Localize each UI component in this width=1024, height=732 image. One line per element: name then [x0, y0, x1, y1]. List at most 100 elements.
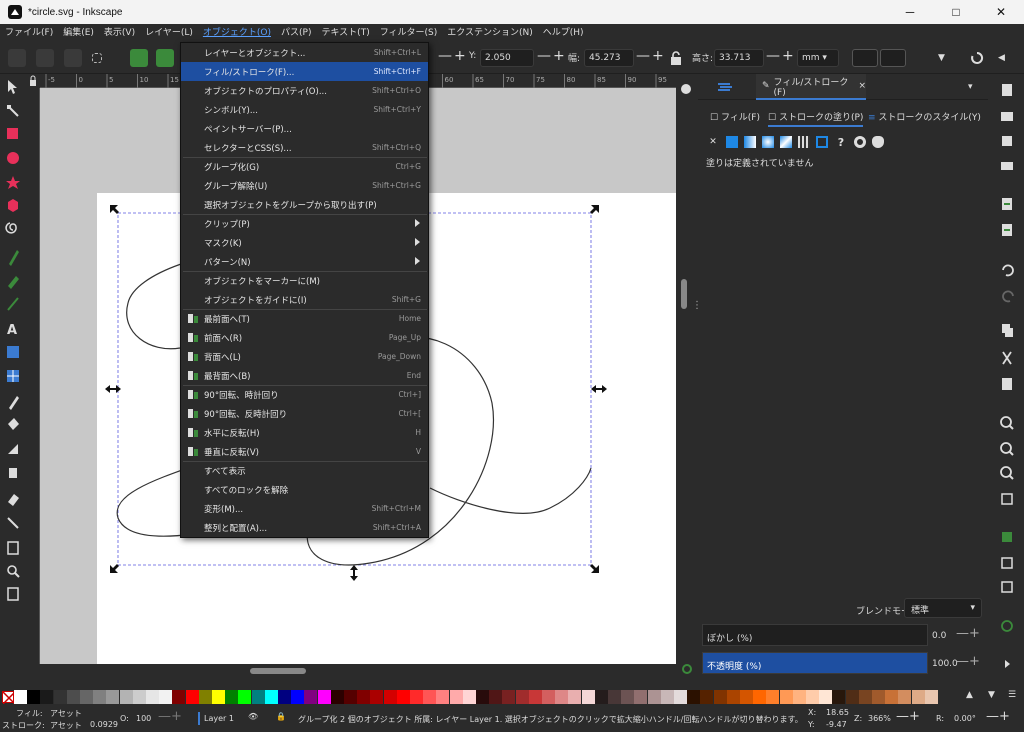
color-swatch[interactable]	[634, 690, 648, 704]
evenodd-fill-icon[interactable]	[872, 136, 884, 148]
menu-file[interactable]: ファイル(F)	[0, 24, 58, 42]
snap-icon[interactable]	[970, 48, 984, 68]
vertical-scrollbar-thumb[interactable]	[681, 279, 687, 309]
color-swatch[interactable]	[872, 690, 885, 704]
color-swatch[interactable]	[396, 690, 410, 704]
color-swatch[interactable]	[225, 690, 239, 704]
menu-view[interactable]: 表示(V)	[99, 24, 140, 42]
color-swatch[interactable]	[212, 690, 225, 704]
ruler-corner-lock-icon[interactable]	[26, 74, 40, 88]
rotate-ccw-icon[interactable]	[130, 48, 148, 68]
stroke-width-value[interactable]: 0.0929	[90, 720, 118, 729]
close-tab-icon[interactable]: ×	[858, 81, 866, 91]
color-swatch[interactable]	[146, 690, 159, 704]
fill-indicator[interactable]: アセット	[50, 708, 82, 719]
y-stepper[interactable]: —+	[537, 48, 567, 64]
color-swatch[interactable]	[14, 690, 27, 704]
scale-corners-icon[interactable]	[880, 48, 906, 68]
zoom-field[interactable]: 366%	[868, 714, 891, 723]
menu-item[interactable]: セレクターとCSS(S)... Shift+Ctrl+Q	[181, 138, 428, 157]
color-swatch[interactable]	[423, 690, 437, 704]
color-swatch[interactable]	[106, 690, 120, 704]
tab-stroke-paint[interactable]: ☐ ストロークの塗り(P)	[768, 110, 864, 127]
color-swatch[interactable]	[528, 690, 542, 704]
pattern-icon[interactable]	[798, 136, 810, 148]
no-paint-icon[interactable]: ✕	[706, 137, 720, 147]
panel-menu-chevron-icon[interactable]: ▾	[968, 82, 973, 92]
scale-stroke-icon[interactable]	[852, 48, 878, 68]
color-swatch[interactable]	[119, 690, 133, 704]
tab-fill-stroke[interactable]: ✎ フィル/ストローク(F) ×	[756, 74, 866, 100]
menu-item[interactable]: オブジェクトをマーカーに(M)	[181, 271, 428, 290]
color-swatch[interactable]	[845, 690, 859, 704]
color-swatch[interactable]	[726, 690, 740, 704]
blend-mode-select[interactable]: 標準 ▾	[904, 598, 982, 618]
menu-item[interactable]: 選択オブジェクトをグループから取り出す(P)	[181, 195, 428, 214]
opacity-slider[interactable]: 不透明度 (%)	[702, 652, 928, 674]
color-swatch[interactable]	[594, 690, 608, 704]
color-swatch[interactable]	[753, 690, 767, 704]
menu-item[interactable]: マスク(K)	[181, 233, 428, 252]
menu-item[interactable]: すべて表示	[181, 461, 428, 480]
color-swatch[interactable]	[542, 690, 555, 704]
current-layer[interactable]: Layer 1	[204, 714, 234, 723]
tab-fill[interactable]: ☐ フィル(F)	[710, 110, 760, 123]
color-swatch[interactable]	[806, 690, 819, 704]
menu-item[interactable]: レイヤーとオブジェクト... Shift+Ctrl+L	[181, 43, 428, 62]
color-swatch[interactable]	[344, 690, 357, 704]
menu-item[interactable]: 整列と配置(A)... Shift+Ctrl+A	[181, 518, 428, 537]
color-swatch[interactable]	[621, 690, 635, 704]
menu-layer[interactable]: レイヤー(L)	[140, 24, 198, 42]
color-swatch[interactable]	[660, 690, 674, 704]
color-swatch[interactable]	[489, 690, 503, 704]
unit-select[interactable]: mm ▾	[797, 49, 839, 67]
height-stepper[interactable]: —+	[766, 48, 796, 64]
eye-icon[interactable]: 👁	[248, 712, 258, 721]
minimize-button[interactable]: ─	[887, 0, 933, 24]
menu-item[interactable]: オブジェクトのプロパティ(O)... Shift+Ctrl+O	[181, 81, 428, 100]
menu-extensions[interactable]: エクステンション(N)	[442, 24, 538, 42]
color-swatch[interactable]	[792, 690, 806, 704]
color-swatch[interactable]	[568, 690, 582, 704]
color-swatch[interactable]	[515, 690, 529, 704]
menu-help[interactable]: ヘルプ(H)	[538, 24, 589, 42]
palette-down-icon[interactable]: ▼	[988, 690, 995, 700]
blur-slider[interactable]: ぼかし (%)	[702, 624, 928, 646]
color-swatch[interactable]	[40, 690, 54, 704]
color-swatch[interactable]	[885, 690, 899, 704]
menu-item[interactable]: 90°回転、時計回り Ctrl+]	[181, 385, 428, 404]
color-swatch[interactable]	[330, 690, 344, 704]
color-swatch[interactable]	[251, 690, 265, 704]
color-swatch[interactable]	[819, 690, 833, 704]
select-all-icon[interactable]	[8, 48, 26, 68]
color-swatch[interactable]	[779, 690, 793, 704]
width-stepper[interactable]: —+	[636, 48, 666, 64]
color-swatch[interactable]	[740, 690, 753, 704]
stroke-indicator[interactable]: アセット	[50, 720, 82, 731]
menu-item[interactable]: クリップ(P)	[181, 214, 428, 233]
color-swatch[interactable]	[357, 690, 371, 704]
menu-item[interactable]: 垂直に反転(V) V	[181, 442, 428, 461]
deselect-icon[interactable]	[64, 48, 82, 68]
menu-item[interactable]: 背面へ(L) Page_Down	[181, 347, 428, 366]
height-field[interactable]: 33.713	[714, 49, 764, 67]
color-swatch[interactable]	[700, 690, 714, 704]
menu-filters[interactable]: フィルター(S)	[375, 24, 443, 42]
color-swatch[interactable]	[687, 690, 701, 704]
y-field[interactable]: 2.050	[480, 49, 534, 67]
color-swatch[interactable]	[898, 690, 912, 704]
lock-layer-icon[interactable]: 🔒	[276, 712, 286, 721]
menu-item[interactable]: 変形(M)... Shift+Ctrl+M	[181, 499, 428, 518]
color-swatch[interactable]	[238, 690, 252, 704]
menu-edit[interactable]: 編集(E)	[58, 24, 99, 42]
color-swatch[interactable]	[159, 690, 173, 704]
color-swatch[interactable]	[911, 690, 925, 704]
menu-text[interactable]: テキスト(T)	[316, 24, 374, 42]
rotation-field[interactable]: 0.00°	[954, 714, 976, 723]
blur-stepper[interactable]: —+	[956, 626, 980, 641]
opacity-stepper[interactable]: —+	[956, 654, 980, 669]
color-swatch[interactable]	[502, 690, 516, 704]
color-swatch[interactable]	[172, 690, 186, 704]
menu-item[interactable]: フィル/ストローク(F)... Shift+Ctrl+F	[181, 62, 428, 81]
opacity-field[interactable]: 100	[136, 714, 151, 723]
